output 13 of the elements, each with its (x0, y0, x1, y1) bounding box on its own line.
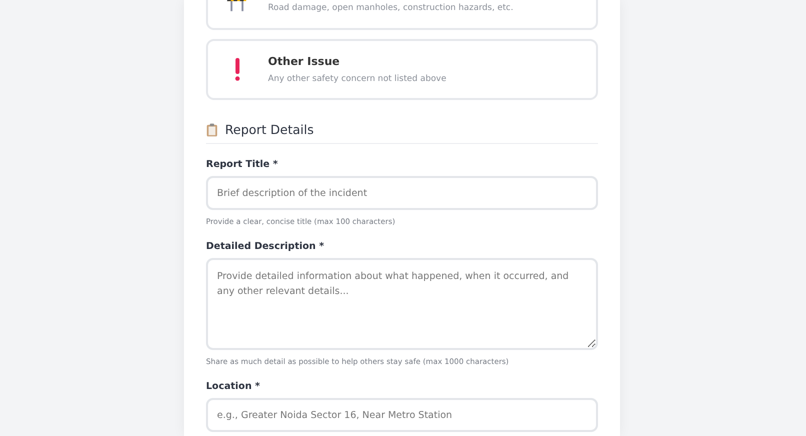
section-heading: Report Details (225, 122, 314, 137)
text-input-field[interactable]: Brief description of the incident (206, 176, 598, 210)
field-label: Detailed Description * (206, 241, 326, 252)
category-description: Any other safety concern not listed above (268, 74, 446, 84)
exclamation-icon (234, 58, 240, 81)
field-label: Report Title * (206, 159, 279, 170)
category-description: Road damage, open manholes, construction hazards, etc. (268, 3, 514, 13)
text-input-field[interactable]: e.g., Greater Noida Sector 16, Near Metro Station (206, 398, 598, 432)
field-label: Location * (206, 381, 261, 392)
description-textarea[interactable]: Provide detailed information about what happened, when it occurred, and any other relevant details... (206, 258, 598, 350)
category-option[interactable]: Other Issue Any other safety concern not listed above (206, 39, 598, 100)
clipboard-icon (206, 122, 218, 136)
category-title: Other Issue (268, 55, 341, 68)
